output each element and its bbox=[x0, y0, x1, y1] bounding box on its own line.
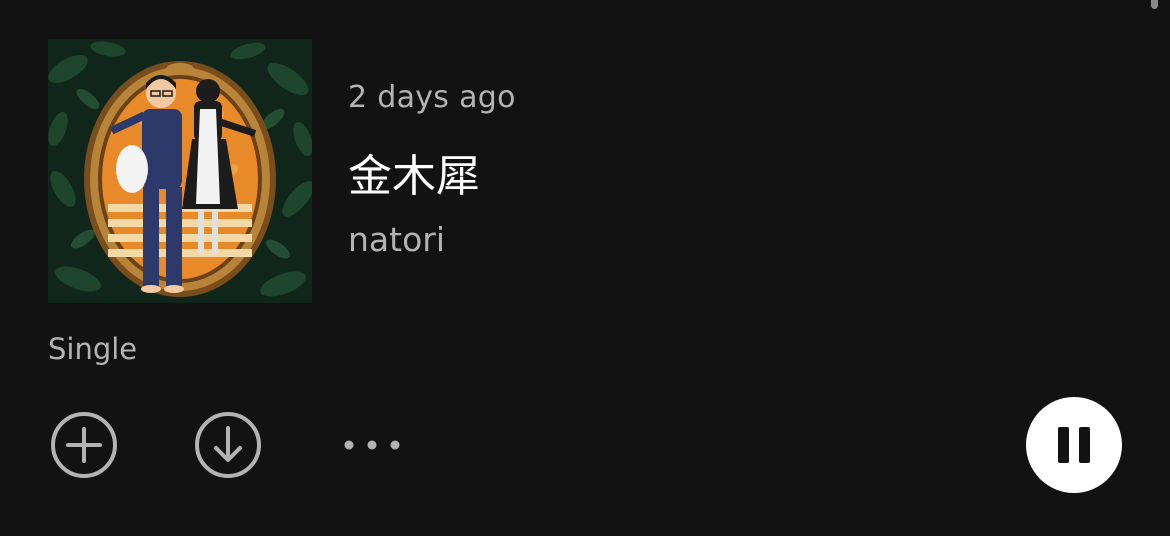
more-options-button[interactable] bbox=[338, 411, 406, 479]
artist-name[interactable]: natori bbox=[348, 220, 445, 259]
album-artwork bbox=[48, 39, 312, 303]
plus-circle-icon bbox=[51, 412, 117, 478]
ellipsis-icon bbox=[344, 440, 400, 450]
download-circle-icon bbox=[195, 412, 261, 478]
release-type: Single bbox=[48, 332, 138, 366]
pause-button[interactable] bbox=[1026, 397, 1122, 493]
download-button[interactable] bbox=[194, 411, 262, 479]
track-title[interactable]: 金木犀 bbox=[348, 140, 480, 204]
scrollbar-thumb[interactable] bbox=[1151, 0, 1158, 9]
album-cover[interactable] bbox=[48, 39, 312, 303]
release-date: 2 days ago bbox=[348, 80, 516, 115]
add-to-library-button[interactable] bbox=[50, 411, 118, 479]
pause-icon bbox=[1058, 427, 1090, 463]
